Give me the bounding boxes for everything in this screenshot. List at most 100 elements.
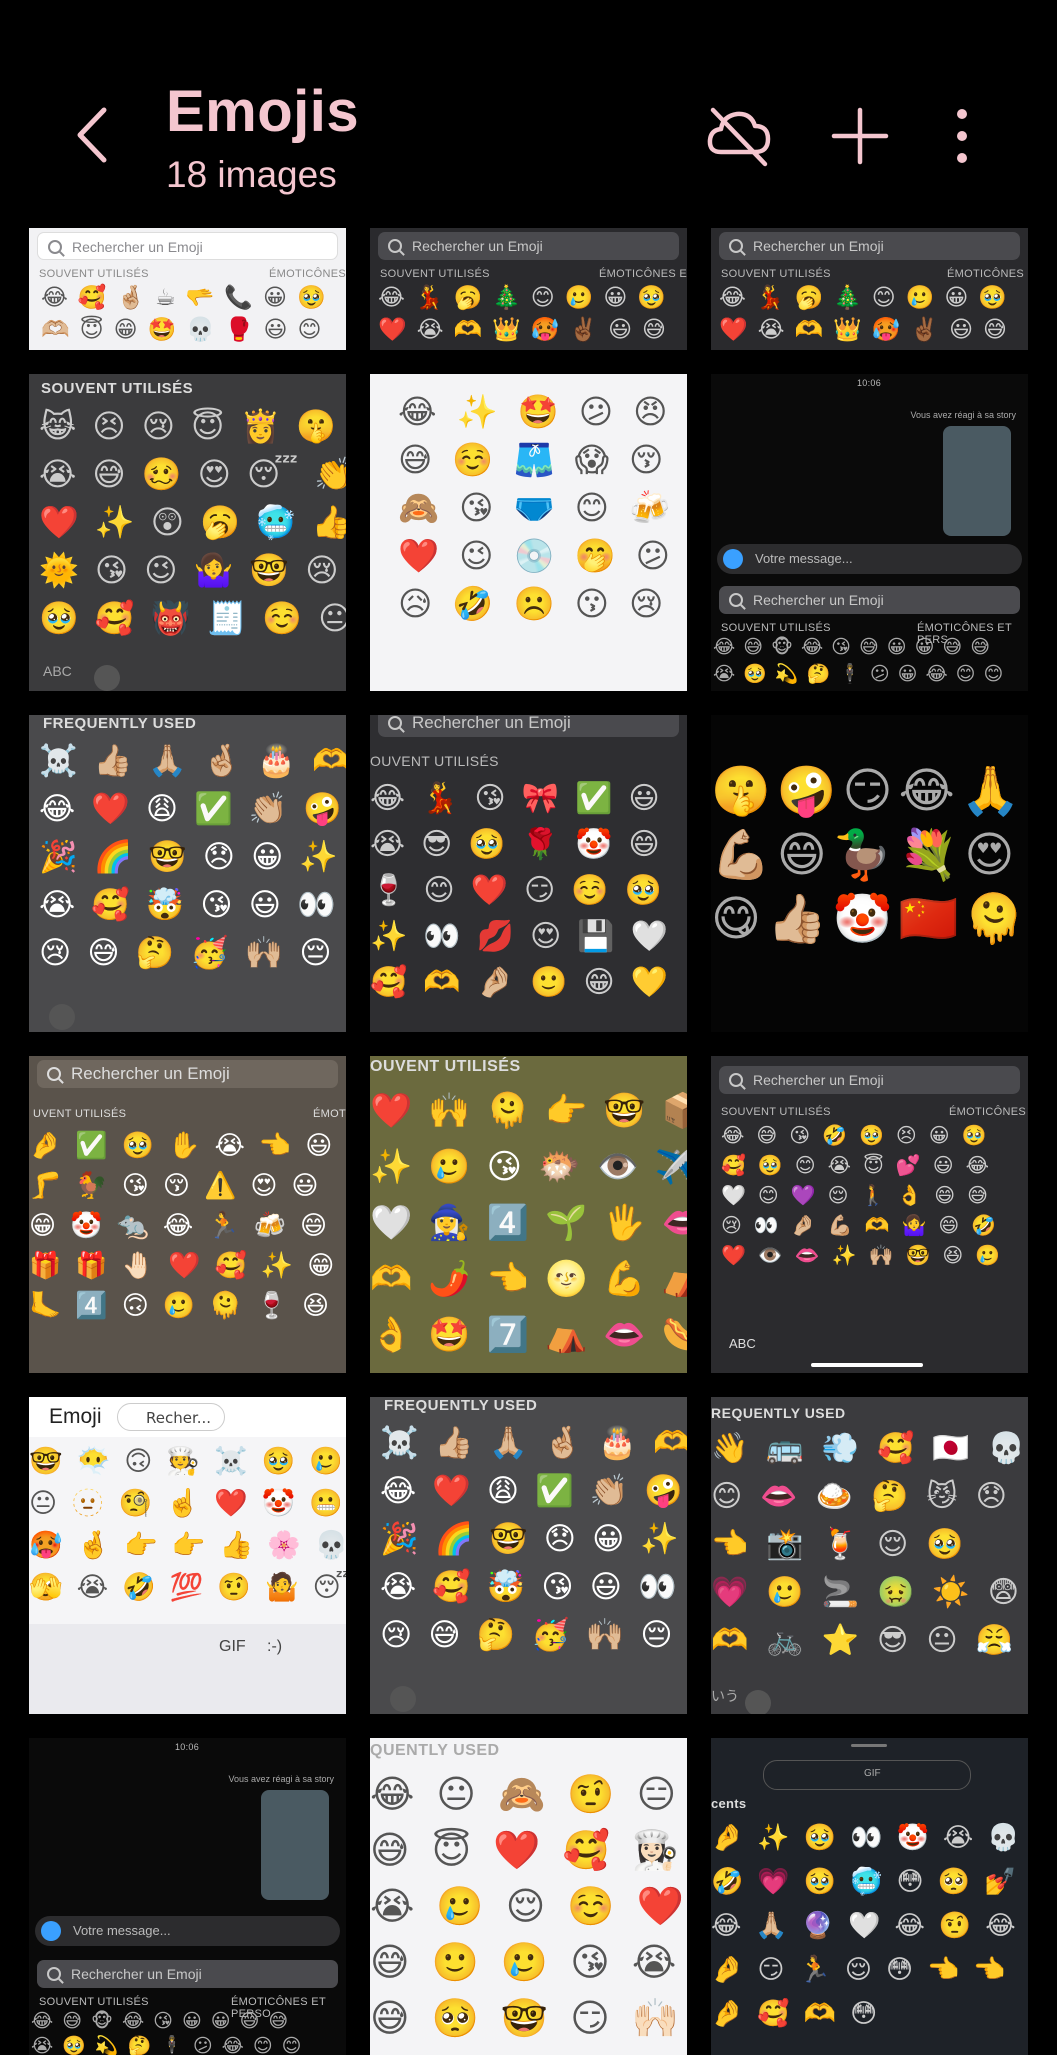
thumbnail[interactable]: 😂✨🤩😕😠 😅☺️🩳😱😚 🙈😘🩲😊🍻 ❤️😉💿🤭😕 😥🤣☹️😗😢 <box>370 374 687 691</box>
emoji-row: 😂❤️😩✅👏🏼🤪 <box>39 791 346 827</box>
emoji-row: 🦵🐓😘😚⚠️😍😃 <box>29 1171 333 1201</box>
emoji-row: 🤌😏🏃😌😳👈👈 <box>711 1955 1020 1985</box>
emoji-row: 😂🙏🏼🔮🤍😂🤨😂 <box>711 1911 1028 1941</box>
emoji-search-bar: Rechercher un Emoji <box>378 715 679 737</box>
gif-tab: GIF <box>864 1768 881 1779</box>
emoji-row: 😅☺️🩳😱😚 <box>398 440 684 479</box>
emoji-search-bar: Rechercher un Emoji <box>719 232 1020 260</box>
emoji-row: 😭🥲😌☺️❤️ <box>370 1884 687 1928</box>
emoji-row: 😂❤️😩✅👏🏼🤪 <box>380 1473 687 1509</box>
cloud-off-icon[interactable] <box>705 100 773 172</box>
status-time: 10:06 <box>857 378 882 388</box>
thumbnail[interactable]: QUENTLY USED 😂😐🙈🤨😑 😅😇❤️🥰👩🏻‍🍳 😭🥲😌☺️❤️ 😅🙂🥲… <box>370 1738 687 2055</box>
emoji-row: 😂😅🐵😂😘😀😀😅😅 <box>31 2010 298 2032</box>
keyboard-bar <box>29 992 346 1032</box>
emoji-row: ☠️👍🏼🙏🏼🤞🏼🎂🫶 <box>380 1425 687 1461</box>
search-text: Rechercher un Emoji <box>71 1966 202 1982</box>
thumbnail[interactable]: Rechercher un Emoji SOUVENT UTILISÉS ÉMO… <box>711 1056 1028 1373</box>
emoji-search-bar: Rechercher un Emoji <box>378 232 679 260</box>
story-preview <box>261 1790 329 1900</box>
story-reply-hint: Vous avez réagi à sa story <box>228 1774 334 1784</box>
emoji-row: 🤌🥰🫶😳 <box>711 1999 892 2029</box>
thumbnail[interactable]: OUVENT UTILISÉS ❤️🙌🫠👉🤓📦 ✨🥲😘🐡👁️✈️ 🤍🧙‍♀️4️… <box>370 1056 687 1373</box>
search-icon <box>48 240 62 254</box>
emoji-row: ❤️😉💿🤭😕 <box>398 536 687 575</box>
emoji-row: ❤️👁️👄✨🙌🏼🤓😆🥲 <box>721 1243 1013 1267</box>
recent-icon <box>390 1686 416 1712</box>
thumbnail[interactable]: Emoji Recher... 🤓😶‍🌫️🙃🧑‍🍳☠️🥹🥲 😐🫥🧐☝️❤️🤡😬 … <box>29 1397 346 1714</box>
emoji-search-bar: Recher... <box>117 1403 225 1431</box>
thumbnail[interactable]: 10:06 Vous avez réagi à sa story Votre m… <box>711 374 1028 691</box>
emoji-row: ❤️😭🫶👑🥵✌🏾😃😅 <box>378 317 677 343</box>
emoji-row: 😭🥹💫🤔🕴😕😂😊😊 <box>31 2035 311 2055</box>
section-label: FREQUENTLY USED <box>384 1397 538 1414</box>
add-icon[interactable] <box>826 100 894 172</box>
thumbnail[interactable]: Rechercher un Emoji SOUVENT UTILISÉS ÉMO… <box>370 228 687 350</box>
emoji-row: 😂✨🤩😕😠 <box>398 392 687 431</box>
emoji-row: 🎉🌈🤓😞😀✨ <box>39 839 346 875</box>
keyboard-bar <box>370 1674 687 1714</box>
recent-icon <box>49 1004 75 1030</box>
section-label: SOUVENT UTILISÉS <box>721 268 831 280</box>
thumbnail[interactable]: SOUVENT UTILISÉS 😹😣😢😇👸🤫 😭😅🥴😍😴👏 ❤️✨😲🥱🥶👍 🌞… <box>29 374 346 691</box>
thumbnail[interactable]: 🤫🤪😏😂🙏 💪🏼😄🦆💐😍 😋👍🏼🤡🇨🇳🫠 <box>711 715 1028 1032</box>
emoji-row: 💗🥲🚬🤢☀️😨 <box>711 1575 1028 1610</box>
emoji-row: 🫣😭🤣💯🤨🤷😴 <box>29 1572 346 1603</box>
sheet-handle <box>851 1744 887 1747</box>
emoji-search-bar: Rechercher un Emoji <box>37 1960 338 1988</box>
emoji-row: 😢😅🤔🥳🙌🏼😔 <box>39 935 346 971</box>
emoji-row: 😐🫥🧐☝️❤️🤡😬 <box>29 1488 346 1519</box>
emoji-row: 🎉🌈🤓😞😀✨ <box>380 1521 687 1557</box>
thumbnail[interactable]: Rechercher un Emoji SOUVENT UTILISÉS ÉMO… <box>711 228 1028 350</box>
thumbnail[interactable]: FREQUENTLY USED ☠️👍🏼🙏🏼🤞🏼🎂🫶 😂❤️😩✅👏🏼🤪 🎉🌈🤓😞… <box>29 715 346 1032</box>
search-text: Rechercher un Emoji <box>412 238 543 254</box>
back-icon[interactable] <box>70 100 120 170</box>
emoji-row: 😭🥰🤯😘😃👀 <box>380 1569 687 1605</box>
search-icon <box>729 1073 743 1087</box>
section-label: ÉMOTICÔNES <box>949 1106 1026 1118</box>
thumbnail[interactable]: FREQUENTLY USED ☠️👍🏼🙏🏼🤞🏼🎂🫶 😂❤️😩✅👏🏼🤪 🎉🌈🤓😞… <box>370 1397 687 1714</box>
thumbnail[interactable]: Rechercher un Emoji SOUVENT UTILISÉS ÉMO… <box>29 228 346 350</box>
emoji-row: 😂💃🥱🎄😊🥲😀🥹 <box>719 285 1018 311</box>
emoji-row: ✨🥲😘🐡👁️✈️ <box>370 1147 687 1187</box>
message-input: Votre message... <box>717 544 1022 574</box>
thumbnail[interactable]: Rechercher un Emoji UVENT UTILISÉS ÉMOT … <box>29 1056 346 1373</box>
app-header: Emojis 18 images <box>0 0 1057 225</box>
emoji-row: 🤫🤪😏😂🙏 <box>711 763 1027 819</box>
section-label: REQUENTLY USED <box>711 1405 846 1421</box>
thumbnail[interactable]: Rechercher un Emoji OUVENT UTILISÉS 😂💃😘🎀… <box>370 715 687 1032</box>
emoji-row: 🤍🧙‍♀️4️⃣🌱🖐️👄 <box>370 1203 687 1243</box>
search-icon <box>47 1067 61 1081</box>
search-icon <box>729 593 743 607</box>
status-time: 10:06 <box>175 1742 200 1752</box>
emoji-row: 💪🏼😄🦆💐😍 <box>711 827 1021 883</box>
emoji-row: 🌞😘😉🤷‍♀️🤓😢 <box>39 551 346 589</box>
emoji-row: 😊👄🍛🤔😼😞 <box>711 1479 1025 1514</box>
picker-tabs: GIF <box>763 1760 971 1790</box>
emoji-row: 👈📸🍹😌🥹 <box>711 1527 982 1562</box>
emoji-row: 😥🤣☹️😗😢 <box>398 584 684 623</box>
emoji-row: ❤️✨😲🥱🥶👍 <box>39 503 346 541</box>
emoji-row: 🥰🫶🤌🏼🙂😁💛 <box>370 965 685 1000</box>
camera-icon <box>723 549 743 569</box>
emoticon-button: :-) <box>267 1638 283 1655</box>
section-label: SOUVENT UTILISÉS <box>39 1996 149 2008</box>
story-reply-hint: Vous avez réagi à sa story <box>910 410 1016 420</box>
thumbnail[interactable]: REQUENTLY USED 👋🚌💨🥰🇯🇵💀 😊👄🍛🤔😼😞 👈📸🍹😌🥹 💗🥲🚬🤢… <box>711 1397 1028 1714</box>
section-label: SOUVENT UTILISÉS <box>41 380 194 397</box>
emoji-keyboard-header: Emoji Recher... <box>29 1397 346 1437</box>
search-icon <box>388 239 402 253</box>
search-text: Rechercher un Emoji <box>753 238 884 254</box>
emoji-row: 🫶🚲⭐😎😐😤 <box>711 1623 1028 1658</box>
more-vert-icon[interactable] <box>942 100 982 172</box>
emoji-tab-label: Emoji <box>49 1405 102 1428</box>
emoji-row: 😅🙂🥲😘😭 <box>370 1940 687 1984</box>
section-label: SOUVENT UTILISÉS <box>721 622 831 634</box>
emoji-row: 😁🤡🐀😂🏃🍻😄 <box>29 1211 342 1241</box>
emoji-row: 🫶🏼😇😁🤩💀🥊😃😊 <box>41 317 332 343</box>
search-text: Rechercher un Emoji <box>753 592 884 608</box>
thumbnail[interactable]: 10:06 Vous avez réagi à sa story Votre m… <box>29 1738 346 2055</box>
thumbnail[interactable]: GIF cents 🤌✨🥹👀🤡😭💀 🤣💗🥹🥶😳🥺💅 😂🙏🏼🔮🤍😂🤨😂 🤌😏🏃😌😳… <box>711 1738 1028 2055</box>
section-label: QUENTLY USED <box>370 1742 500 1759</box>
section-label: SOUVENT UTILISÉS <box>39 268 149 280</box>
